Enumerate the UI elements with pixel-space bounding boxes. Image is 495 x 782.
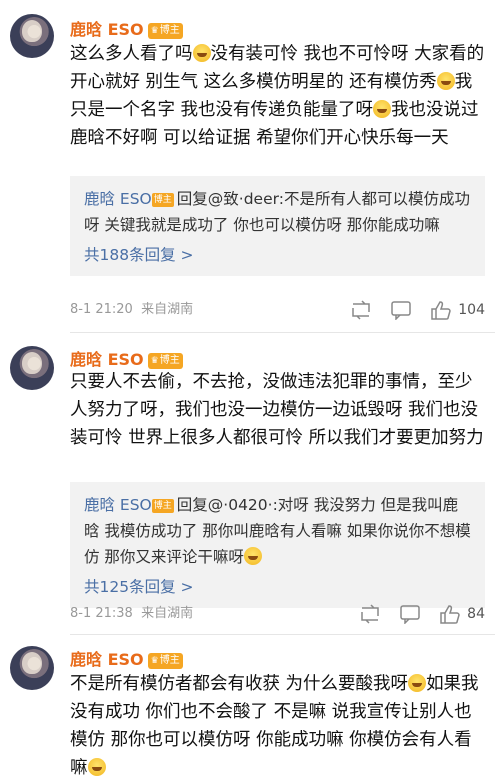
reply-preview[interactable]: 鹿晗 ESO 博主 回复@致·deer:不是所有人都可以模仿成功呀 关键我就是成功了… bbox=[70, 176, 485, 276]
comment-text-part: 不是所有模仿者都会有收获 为什么要酸我呀 bbox=[70, 674, 409, 694]
blogger-badge: ♛博主 bbox=[147, 653, 183, 669]
comment-actions: 84 bbox=[341, 602, 485, 626]
divider bbox=[70, 634, 495, 635]
reply-preview[interactable]: 鹿晗 ESO 博主 回复@·0420·:对呀 我没努力 但是我叫鹿晗 我模仿成功了 … bbox=[70, 482, 485, 608]
reply-count-link[interactable]: 共125条回复 > bbox=[84, 574, 471, 600]
comment-text: 只要人不去偷，不去抢，没做违法犯罪的事情，至少人努力了呀，我们也没一边模仿一边诋… bbox=[70, 368, 485, 452]
divider bbox=[70, 332, 495, 333]
comment-text: 不是所有模仿者都会有收获 为什么要酸我呀 如果我没有成功 你们也不会酸了 不是嘛 … bbox=[70, 670, 485, 782]
like-count: 104 bbox=[458, 302, 485, 318]
source: 来自湖南 bbox=[141, 606, 194, 621]
crown-icon: ♛ bbox=[150, 26, 159, 36]
reply-author[interactable]: 鹿晗 ESO bbox=[84, 190, 152, 208]
username[interactable]: 鹿晗 ESO ♛博主 bbox=[70, 16, 183, 40]
username[interactable]: 鹿晗 ESO ♛博主 bbox=[70, 346, 183, 370]
badge-label: 博主 bbox=[159, 25, 180, 36]
comment-text-part: 这么多人看了吗 bbox=[70, 44, 193, 64]
reply-badge: 博主 bbox=[151, 499, 174, 513]
laugh-cry-emoji bbox=[373, 100, 392, 118]
crown-icon: ♛ bbox=[150, 356, 159, 366]
repost-icon[interactable] bbox=[359, 604, 381, 624]
like-icon[interactable] bbox=[430, 300, 452, 320]
comment-text-part: 只要人不去偷，不去抢，没做违法犯罪的事情，至少人努力了呀，我们也没一边模仿一边诋… bbox=[70, 372, 484, 448]
timestamp: 8-1 21:20 bbox=[70, 302, 133, 317]
badge-label: 博主 bbox=[159, 655, 180, 666]
crown-icon: ♛ bbox=[150, 656, 159, 666]
avatar[interactable] bbox=[10, 646, 54, 690]
source: 来自湖南 bbox=[141, 302, 194, 317]
username-text[interactable]: 鹿晗 ESO bbox=[70, 350, 144, 369]
blogger-badge: ♛博主 bbox=[147, 23, 183, 39]
reply-author[interactable]: 鹿晗 ESO bbox=[84, 496, 152, 514]
comment-meta: 8-1 21:38 来自湖南 84 bbox=[70, 602, 485, 626]
laugh-cry-emoji bbox=[243, 547, 262, 565]
like-count: 84 bbox=[467, 606, 485, 622]
reply-count-link[interactable]: 共188条回复 > bbox=[84, 242, 471, 268]
laugh-cry-emoji bbox=[436, 72, 455, 90]
comment-icon[interactable] bbox=[399, 604, 421, 624]
laugh-cry-emoji bbox=[192, 44, 211, 62]
laugh-cry-emoji bbox=[408, 674, 427, 692]
comment-text: 这么多人看了吗 没有装可怜 我也不可怜呀 大家看的开心就好 别生气 这么多模仿明星… bbox=[70, 40, 485, 152]
avatar[interactable] bbox=[10, 346, 54, 390]
comment-actions: 104 bbox=[332, 298, 485, 322]
blogger-badge: ♛博主 bbox=[147, 353, 183, 369]
like-icon[interactable] bbox=[439, 604, 461, 624]
badge-label: 博主 bbox=[159, 355, 180, 366]
timestamp: 8-1 21:38 bbox=[70, 606, 133, 621]
comment-icon[interactable] bbox=[390, 300, 412, 320]
username-text[interactable]: 鹿晗 ESO bbox=[70, 20, 144, 39]
username[interactable]: 鹿晗 ESO ♛博主 bbox=[70, 646, 183, 670]
comment-meta: 8-1 21:20 来自湖南 104 bbox=[70, 298, 485, 322]
reply-badge: 博主 bbox=[151, 193, 174, 207]
username-text[interactable]: 鹿晗 ESO bbox=[70, 650, 144, 669]
repost-icon[interactable] bbox=[350, 300, 372, 320]
laugh-cry-emoji bbox=[87, 758, 106, 776]
avatar[interactable] bbox=[10, 14, 54, 58]
